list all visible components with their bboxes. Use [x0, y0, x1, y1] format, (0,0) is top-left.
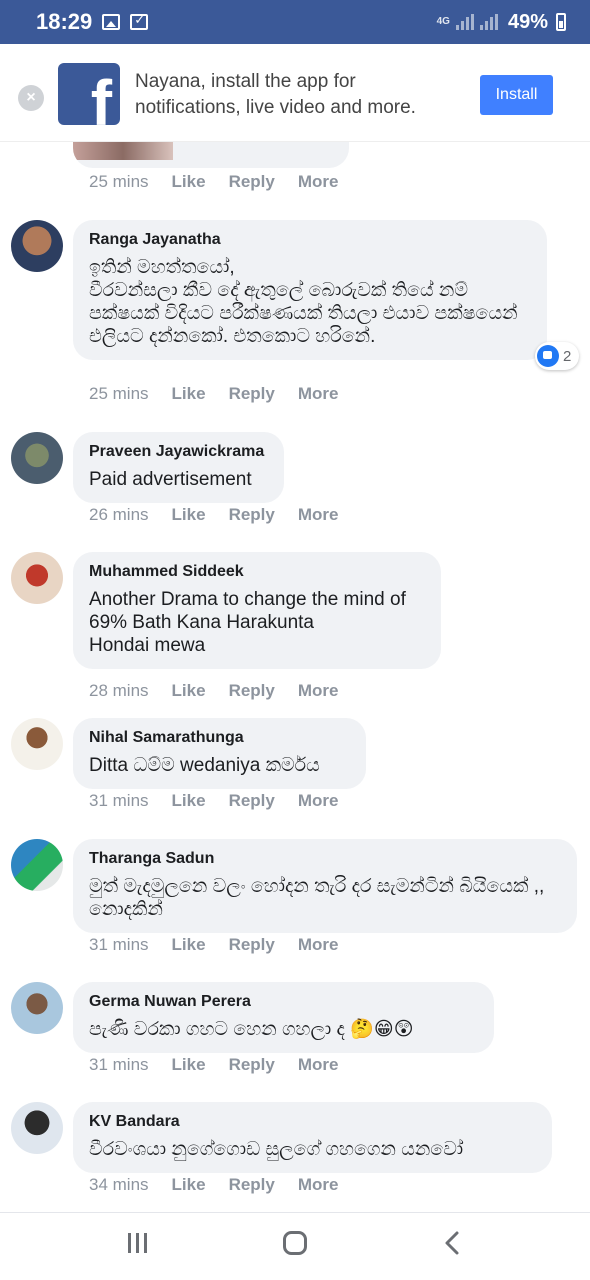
- avatar[interactable]: [11, 718, 63, 770]
- more-button[interactable]: More: [298, 1055, 339, 1075]
- like-reaction-icon: [537, 345, 559, 367]
- comment-text: Paid advertisement: [89, 469, 252, 490]
- comment-bubble: [73, 142, 349, 168]
- more-button[interactable]: More: [298, 681, 339, 701]
- comment-author[interactable]: Muhammed Siddeek: [89, 562, 425, 582]
- more-button[interactable]: More: [298, 791, 339, 811]
- reply-button[interactable]: Reply: [229, 384, 275, 404]
- comment-author[interactable]: Nihal Samarathunga: [89, 728, 350, 748]
- comment-time: 31 mins: [89, 791, 149, 810]
- reaction-count-value: 2: [563, 347, 572, 365]
- reply-button[interactable]: Reply: [229, 681, 275, 701]
- battery-level: 49%: [507, 10, 548, 33]
- comment-bubble: Ranga Jayanatha ඉතින් මහත්තයෝ, වීරවන්සලා…: [73, 220, 547, 360]
- battery-icon: [556, 13, 566, 31]
- comment-time: 34 mins: [89, 1175, 149, 1194]
- more-button[interactable]: More: [298, 1175, 339, 1195]
- like-button[interactable]: Like: [172, 505, 206, 525]
- like-button[interactable]: Like: [172, 681, 206, 701]
- comment-image[interactable]: [73, 142, 173, 160]
- comment-text: Ditta ධම්ම wedaniya කර්මය: [89, 755, 320, 776]
- comment-time: 26 mins: [89, 505, 149, 524]
- like-button[interactable]: Like: [172, 791, 206, 811]
- recent-apps-icon[interactable]: [108, 1231, 168, 1262]
- status-time: 18:29: [36, 9, 93, 34]
- more-button[interactable]: More: [298, 172, 339, 192]
- comment-text: පැණි වරකා ගහට හෙන ගහලා ද 🤔😁😲: [89, 1019, 414, 1040]
- reply-button[interactable]: Reply: [229, 505, 275, 525]
- close-icon[interactable]: ×: [18, 85, 44, 111]
- back-icon[interactable]: [422, 1230, 482, 1263]
- comment-bubble: Nihal Samarathunga Ditta ධම්ම wedaniya ක…: [73, 718, 366, 789]
- comment-time: 25 mins: [89, 172, 149, 191]
- reply-button[interactable]: Reply: [229, 935, 275, 955]
- avatar[interactable]: [11, 552, 63, 604]
- signal-icon-2: [479, 14, 498, 30]
- install-button[interactable]: Install: [480, 75, 553, 115]
- comment-time: 25 mins: [89, 384, 149, 403]
- comment-time: 28 mins: [89, 681, 149, 700]
- reaction-count[interactable]: 2: [535, 342, 580, 370]
- home-icon[interactable]: [265, 1230, 325, 1263]
- reply-button[interactable]: Reply: [229, 1055, 275, 1075]
- more-button[interactable]: More: [298, 935, 339, 955]
- like-button[interactable]: Like: [172, 935, 206, 955]
- avatar[interactable]: [11, 432, 63, 484]
- like-button[interactable]: Like: [172, 172, 206, 192]
- more-button[interactable]: More: [298, 384, 339, 404]
- avatar[interactable]: [11, 839, 63, 891]
- more-button[interactable]: More: [298, 505, 339, 525]
- comment-bubble: Praveen Jayawickrama Paid advertisement: [73, 432, 284, 503]
- avatar[interactable]: [11, 1102, 63, 1154]
- reply-button[interactable]: Reply: [229, 1175, 275, 1195]
- install-app-banner: × f Nayana, install the app for notifica…: [0, 44, 590, 142]
- avatar[interactable]: [11, 982, 63, 1034]
- comment-text: මුත් මැදමුලනෙ වලං හෝදන තැරි දර සැමන්ටින්…: [89, 876, 545, 920]
- comment-bubble: Muhammed Siddeek Another Drama to change…: [73, 552, 441, 669]
- comment-bubble: Germa Nuwan Perera පැණි වරකා ගහට හෙන ගහල…: [73, 982, 494, 1053]
- comment-bubble: Tharanga Sadun මුත් මැදමුලනෙ වලං හෝදන තැ…: [73, 839, 577, 933]
- avatar[interactable]: [11, 220, 63, 272]
- comment-author[interactable]: Tharanga Sadun: [89, 849, 561, 869]
- comment-time: 31 mins: [89, 1055, 149, 1074]
- network-type: 4G: [436, 16, 450, 27]
- signal-icon: [455, 14, 474, 30]
- comment-bubble: KV Bandara වීරවංශයා නුගේගොඩ සුලගේ ගහගෙන …: [73, 1102, 552, 1173]
- comment-text: ඉතින් මහත්තයෝ, වීරවන්සලා කීව දේ ඇතුලේ බො…: [89, 257, 518, 347]
- comment-text: Another Drama to change the mind of 69% …: [89, 589, 406, 656]
- comment-author[interactable]: Germa Nuwan Perera: [89, 992, 478, 1012]
- reply-button[interactable]: Reply: [229, 791, 275, 811]
- comment-author[interactable]: Ranga Jayanatha: [89, 230, 531, 250]
- comment-feed[interactable]: 25 mins Like Reply More Ranga Jayanatha …: [0, 142, 590, 1212]
- comment-author[interactable]: Praveen Jayawickrama: [89, 442, 268, 462]
- status-bar: 18:29 4G 49%: [0, 0, 590, 44]
- gallery-icon: [102, 14, 121, 30]
- comment-time: 31 mins: [89, 935, 149, 954]
- like-button[interactable]: Like: [172, 1175, 206, 1195]
- facebook-logo: f: [58, 63, 120, 125]
- system-nav-bar: [0, 1212, 590, 1280]
- comment-author[interactable]: KV Bandara: [89, 1112, 536, 1132]
- comment-text: වීරවංශයා නුගේගොඩ සුලගේ ගහගෙන යනවෝ: [89, 1139, 464, 1160]
- like-button[interactable]: Like: [172, 384, 206, 404]
- like-button[interactable]: Like: [172, 1055, 206, 1075]
- banner-text: Nayana, install the app for notification…: [135, 71, 416, 118]
- reply-button[interactable]: Reply: [229, 172, 275, 192]
- checkbox-notification-icon: [130, 12, 149, 30]
